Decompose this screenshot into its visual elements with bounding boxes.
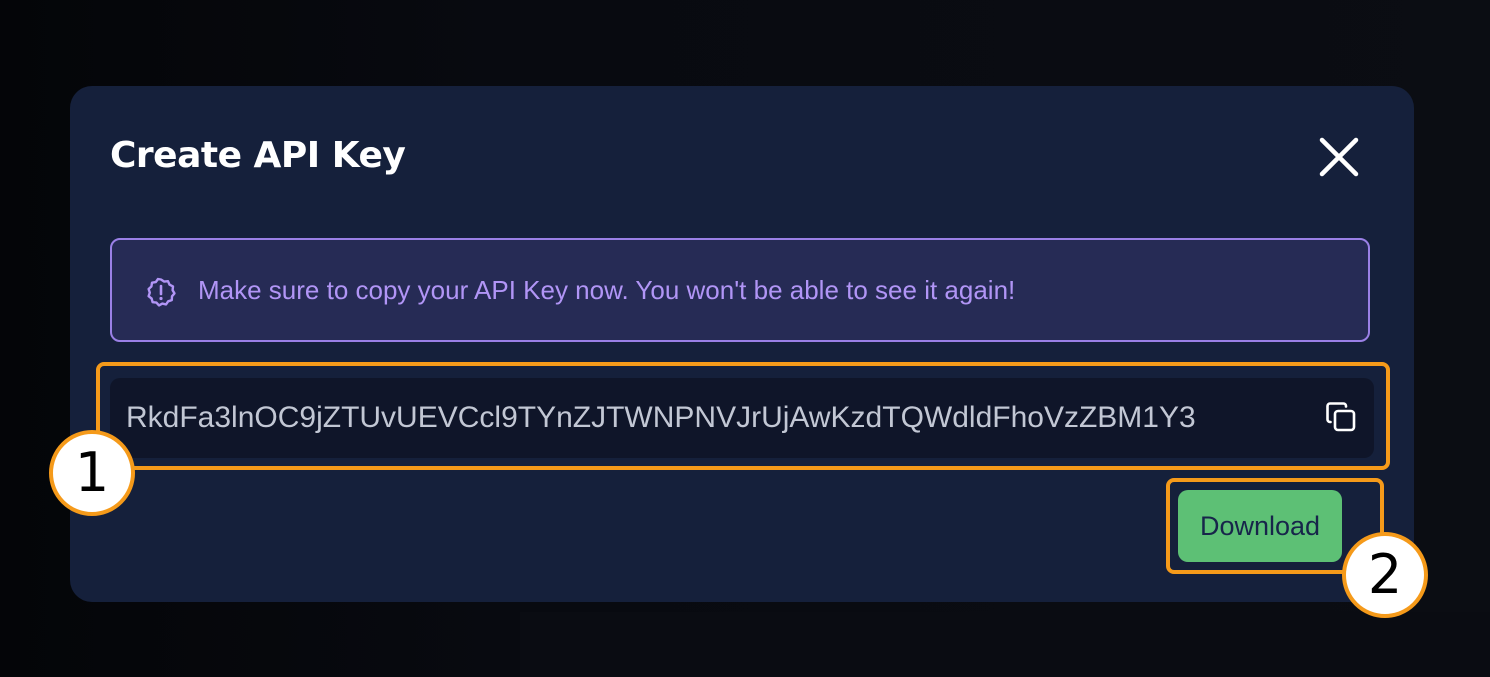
copy-button[interactable] xyxy=(1324,400,1358,434)
close-icon xyxy=(1319,137,1359,177)
background-footer xyxy=(520,612,1490,677)
copy-icon xyxy=(1326,402,1356,432)
modal-title: Create API Key xyxy=(110,135,406,176)
alert-badge-icon xyxy=(147,277,176,307)
api-key-value[interactable]: RkdFa3lnOC9jZTUvUEVCcl9TYnZJTWNPNVJrUjAw… xyxy=(126,378,1276,458)
annotation-callout-2: 2 xyxy=(1342,532,1428,618)
create-api-key-modal: Create API Key Make sure to copy your AP… xyxy=(70,86,1414,602)
warning-text: Make sure to copy your API Key now. You … xyxy=(198,275,1016,305)
close-button[interactable] xyxy=(1316,134,1362,180)
api-key-field[interactable]: RkdFa3lnOC9jZTUvUEVCcl9TYnZJTWNPNVJrUjAw… xyxy=(110,378,1374,458)
warning-alert: Make sure to copy your API Key now. You … xyxy=(110,238,1370,342)
download-button[interactable]: Download xyxy=(1178,490,1342,562)
annotation-callout-1: 1 xyxy=(49,430,135,516)
